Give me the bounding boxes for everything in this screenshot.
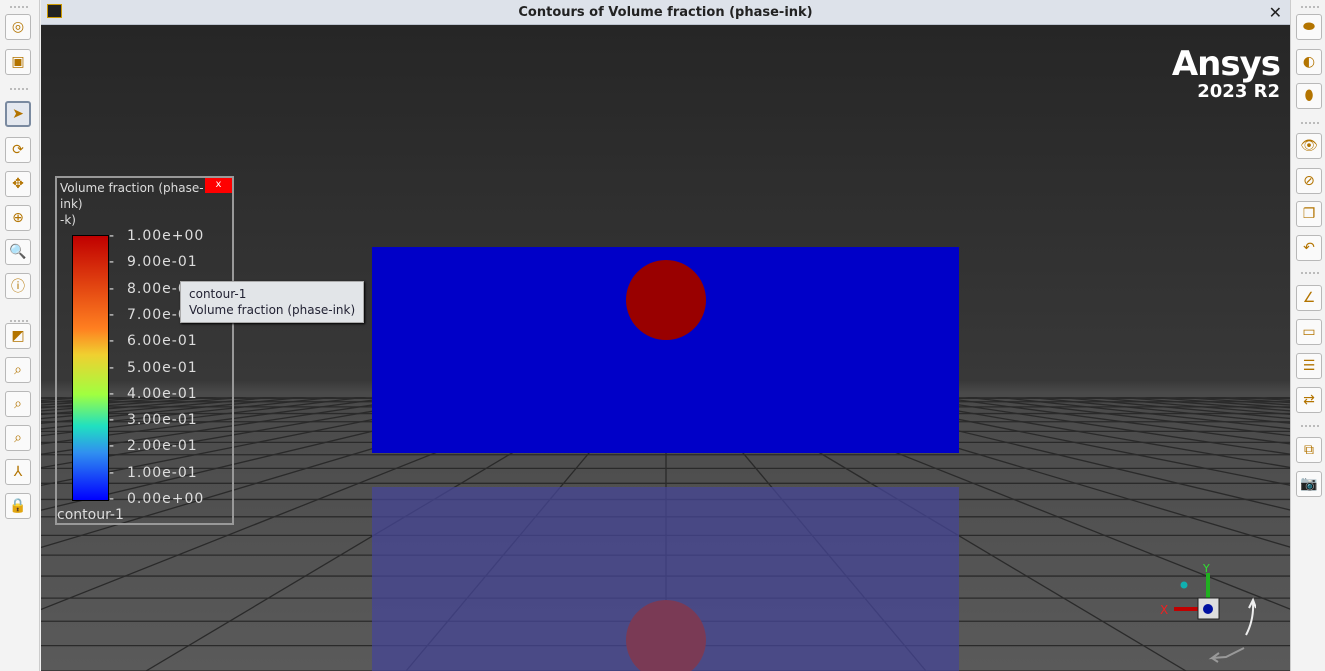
tooltip: contour-1 Volume fraction (phase-ink) xyxy=(180,281,365,323)
droplet-reflection xyxy=(626,600,706,671)
legend-tick-label: 5.00e-01 xyxy=(109,360,198,376)
graphics-viewport[interactable]: Ansys 2023 R2 Volume fraction (phase-ink… xyxy=(41,25,1290,671)
copy-view-icon[interactable]: ❐ xyxy=(1296,201,1322,227)
tooltip-line2: Volume fraction (phase-ink) xyxy=(189,303,356,317)
rotate-icon[interactable]: ⟳ xyxy=(5,137,31,163)
ruler-icon[interactable]: ▭ xyxy=(1296,319,1322,345)
toolbar-grip[interactable] xyxy=(10,320,28,322)
z-axis-dot xyxy=(1203,604,1213,614)
x-axis-label: X xyxy=(1160,603,1168,617)
hide-icon[interactable]: ⊘ xyxy=(1296,168,1322,194)
show-icon[interactable]: 👁 xyxy=(1296,133,1322,159)
toolbar-grip[interactable] xyxy=(10,88,28,90)
app-logo-icon xyxy=(47,4,62,18)
spin-arrow-icon[interactable] xyxy=(1208,647,1245,663)
toolbar-grip[interactable] xyxy=(10,6,28,8)
right-toolbar: ⬬ ◐ ⬮ 👁 ⊘ ❐ ↶ ∠ ▭ ☰ ⇄ ⧉ 📷 xyxy=(1290,0,1325,671)
triad-dot xyxy=(1180,581,1188,589)
zoom-out-icon[interactable]: ⌕ xyxy=(5,425,31,451)
colormap-bar xyxy=(72,235,109,501)
axes-toggle-icon[interactable]: ∠ xyxy=(1296,285,1322,311)
lock-view-icon[interactable]: 🔒 xyxy=(5,493,31,519)
toolbar-grip[interactable] xyxy=(1301,122,1319,124)
y-axis-label: Y xyxy=(1202,562,1210,575)
brand-name: Ansys xyxy=(1171,44,1281,84)
select-pointer-icon[interactable]: ➤ xyxy=(5,101,31,127)
snapshot-icon[interactable]: 📷 xyxy=(1296,471,1322,497)
box-zoom-icon[interactable]: ▣ xyxy=(5,49,31,75)
zoom-in-icon[interactable]: ⌕ xyxy=(5,391,31,417)
window-title: Contours of Volume fraction (phase-ink) xyxy=(518,5,813,20)
title-bar: Contours of Volume fraction (phase-ink) … xyxy=(41,0,1290,25)
axis-triad[interactable]: Y X xyxy=(1156,560,1256,670)
legend-title: Volume fraction (phase-ink) -k) xyxy=(60,181,204,227)
toolbar-grip[interactable] xyxy=(1301,425,1319,427)
view-side-icon[interactable]: ◐ xyxy=(1296,49,1322,75)
rotate-arrow-icon[interactable] xyxy=(1245,597,1256,636)
ansys-logo: Ansys 2023 R2 xyxy=(1171,44,1281,102)
axes-view-icon[interactable]: ⅄ xyxy=(5,459,31,485)
legend-tick-label: 1.00e+00 xyxy=(109,228,204,244)
mesh-display-icon[interactable]: ◎ xyxy=(5,14,31,40)
zoom-to-area-icon[interactable]: 🔍 xyxy=(5,239,31,265)
zoom-in-out-icon[interactable]: ⊕ xyxy=(5,205,31,231)
legend-tick-label: 1.00e-01 xyxy=(109,465,198,481)
probe-info-icon[interactable]: ⓘ xyxy=(5,273,31,299)
tooltip-line1: contour-1 xyxy=(189,287,247,301)
left-toolbar: ◎ ▣ ➤ ⟳ ✥ ⊕ 🔍 ⓘ ◩ ⌕ ⌕ ⌕ ⅄ 🔒 xyxy=(0,0,40,671)
legend-tick-label: 4.00e-01 xyxy=(109,386,198,402)
pan-icon[interactable]: ✥ xyxy=(5,171,31,197)
toolbar-grip[interactable] xyxy=(1301,6,1319,8)
legend-tick-label: 3.00e-01 xyxy=(109,412,198,428)
fit-to-window-icon[interactable]: ◩ xyxy=(5,323,31,349)
view-front-icon[interactable]: ⬬ xyxy=(1296,14,1322,40)
legend-tick-label: 9.00e-01 xyxy=(109,254,198,270)
ink-droplet xyxy=(626,260,706,340)
floor-reflection xyxy=(372,487,959,671)
legend-close-button[interactable]: x xyxy=(205,178,232,193)
duplicate-icon[interactable]: ⧉ xyxy=(1296,437,1322,463)
view-iso-icon[interactable]: ⬮ xyxy=(1296,83,1322,109)
toolbar-grip[interactable] xyxy=(1301,272,1319,274)
legend-contour-name: contour-1 xyxy=(57,507,124,523)
legend-tick-label: 2.00e-01 xyxy=(109,438,198,454)
zoom-fit-icon[interactable]: ⌕ xyxy=(5,357,31,383)
brand-version: 2023 R2 xyxy=(1197,81,1280,102)
close-button[interactable]: ✕ xyxy=(1269,0,1282,25)
color-legend[interactable]: Volume fraction (phase-ink)-k) x 1.00e+0… xyxy=(55,176,234,525)
legend-tick-label: 6.00e-01 xyxy=(109,333,198,349)
legend-toggle-icon[interactable]: ⇄ xyxy=(1296,387,1322,413)
grid-line xyxy=(1265,397,1290,400)
legend-tick-label: 0.00e+00 xyxy=(109,491,204,507)
undo-view-icon[interactable]: ↶ xyxy=(1296,235,1322,261)
notes-icon[interactable]: ☰ xyxy=(1296,353,1322,379)
contour-domain xyxy=(372,247,959,453)
